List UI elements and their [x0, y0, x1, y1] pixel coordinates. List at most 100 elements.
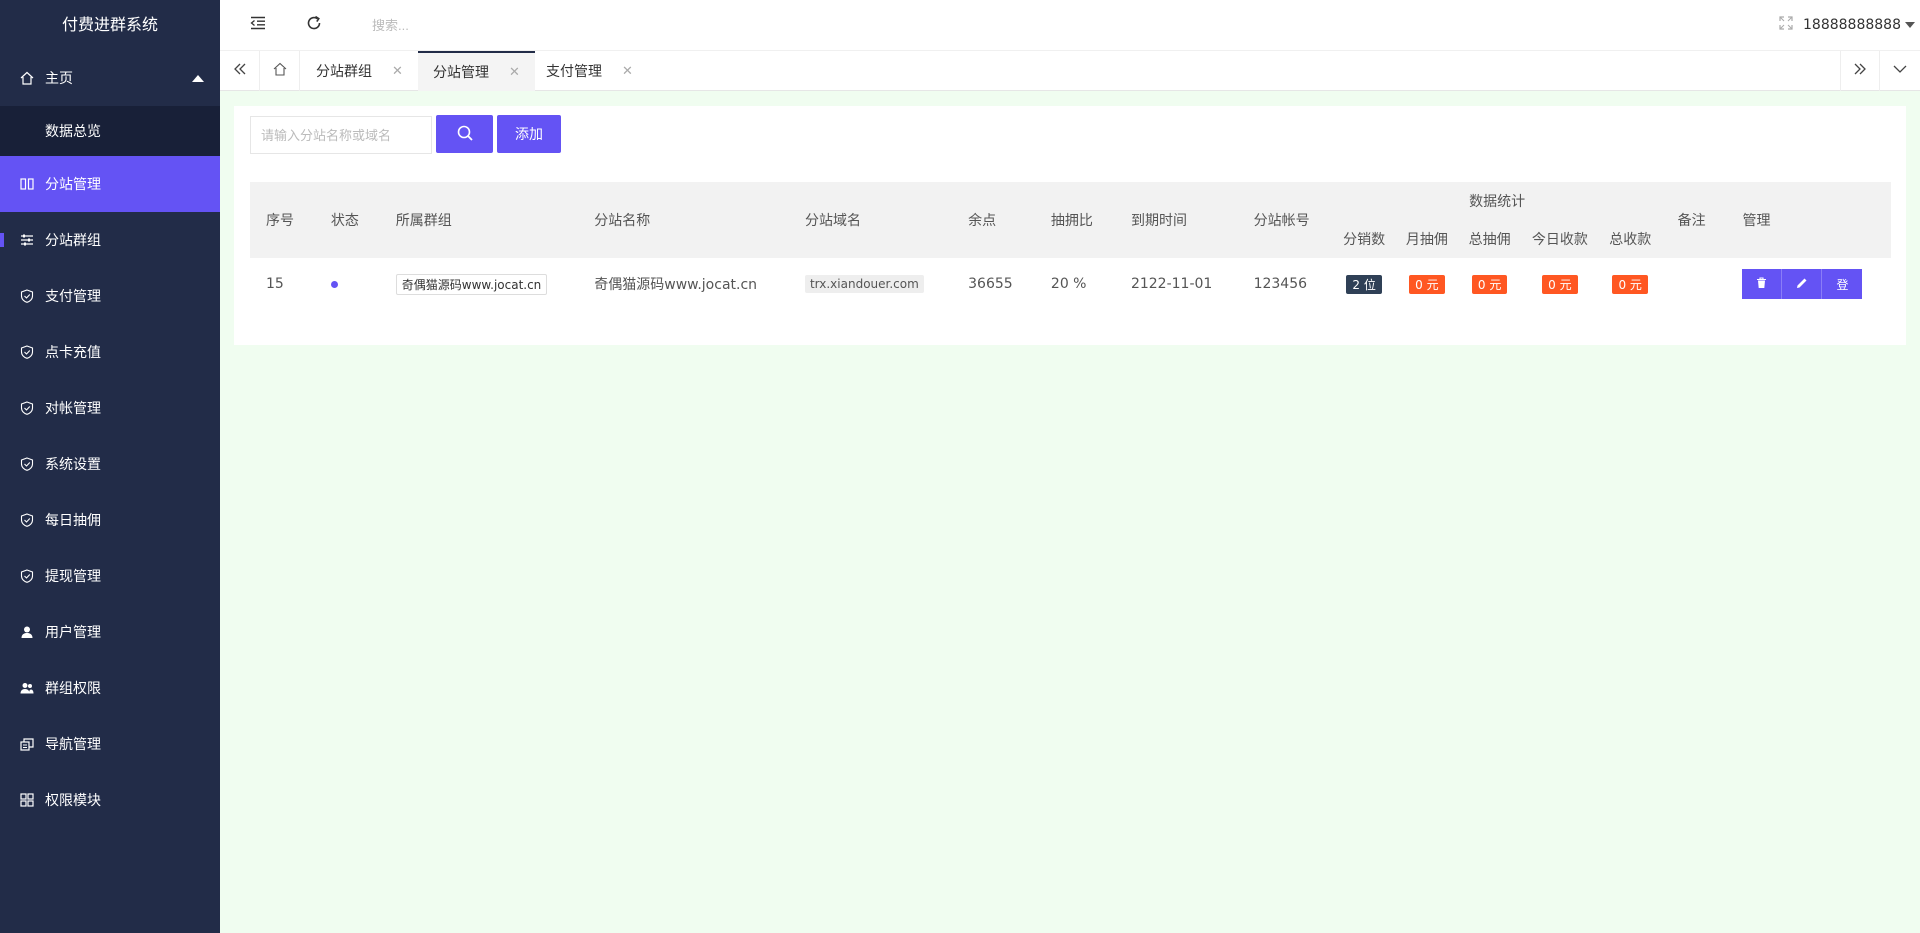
- cell-total-income: 0 元: [1599, 258, 1662, 310]
- sidebar-item-label: 分站管理: [45, 177, 101, 193]
- columns-icon: [20, 177, 34, 191]
- cell-rate: 20 %: [1050, 276, 1087, 292]
- user-menu[interactable]: 18888888888: [1803, 0, 1920, 50]
- col-remark: 备注: [1677, 213, 1706, 229]
- sidebar-item-label: 每日抽佣: [45, 513, 101, 529]
- table-row: 15 奇偶猫源码www.jocat.cn 奇偶猫源码www.jocat.cn t…: [250, 258, 1891, 310]
- tab-label: 支付管理: [546, 64, 602, 80]
- sidebar-item-label: 群组权限: [45, 681, 101, 697]
- nav-icon: [20, 737, 34, 751]
- col-account: 分站帐号: [1253, 213, 1310, 229]
- cell-index: 15: [266, 276, 284, 292]
- cell-name: 奇偶猫源码www.jocat.cn: [594, 277, 758, 293]
- tab-pay[interactable]: 支付管理 ✕: [531, 51, 648, 91]
- sidebar-item-navmgr[interactable]: 导航管理: [0, 716, 220, 772]
- login-button[interactable]: 登: [1822, 269, 1863, 299]
- sidebar-item-recon[interactable]: 对帐管理: [0, 380, 220, 436]
- search-button[interactable]: [436, 115, 493, 153]
- sidebar-item-users[interactable]: 用户管理: [0, 604, 220, 660]
- sidebar: 付费进群系统 主页 数据总览 分站管理 分站群组 支付管理 点卡充值 对帐管理 …: [0, 0, 220, 933]
- sidebar-item-pay[interactable]: 支付管理: [0, 268, 220, 324]
- sidebar-item-settings[interactable]: 系统设置: [0, 436, 220, 492]
- menu-toggle-button[interactable]: [230, 0, 286, 50]
- tab-group[interactable]: 分站群组 ✕: [301, 51, 418, 91]
- sidebar-item-label: 点卡充值: [45, 345, 101, 361]
- sidebar-item-label: 系统设置: [45, 457, 101, 473]
- cell-month-comm: 0 元: [1396, 258, 1459, 310]
- caret-up-icon: [192, 75, 204, 82]
- content-card: 添加 序号 状态 所属群组 分站名称 分站域名 余点 抽拥比 到期时间 分站帐号…: [234, 106, 1906, 345]
- tab-menu-button[interactable]: [1880, 51, 1920, 91]
- sidebar-item-modules[interactable]: 权限模块: [0, 772, 220, 828]
- trash-icon: [1756, 276, 1767, 292]
- fullscreen-icon: [1779, 16, 1793, 34]
- sidebar-item-label: 支付管理: [45, 289, 101, 305]
- edit-button[interactable]: [1782, 269, 1823, 299]
- sidebar-item-group[interactable]: 分站群组: [0, 212, 220, 268]
- header-search-input[interactable]: [372, 13, 672, 37]
- substation-search-input[interactable]: [250, 116, 432, 154]
- close-icon[interactable]: ✕: [509, 65, 520, 80]
- close-icon[interactable]: ✕: [622, 64, 633, 79]
- caret-down-icon: [1905, 22, 1915, 28]
- refresh-button[interactable]: [286, 0, 342, 50]
- sidebar-item-label: 提现管理: [45, 569, 101, 585]
- col-points: 余点: [968, 213, 997, 229]
- group-tag: 奇偶猫源码www.jocat.cn: [395, 273, 548, 295]
- sidebar-item-substation[interactable]: 分站管理: [0, 156, 220, 212]
- shield-check-icon: [20, 289, 34, 303]
- shield-check-icon: [20, 457, 34, 471]
- col-total-comm: 总抽佣: [1468, 232, 1511, 248]
- sidebar-item-label: 分站群组: [45, 233, 101, 249]
- cell-total-comm: 0 元: [1458, 258, 1521, 310]
- domain-tag: trx.xiandouer.com: [804, 275, 924, 293]
- sidebar-item-label: 导航管理: [45, 737, 101, 753]
- sidebar-item-home[interactable]: 主页: [0, 50, 220, 106]
- cell-today-income: 0 元: [1521, 258, 1599, 310]
- cell-account: 123456: [1253, 276, 1308, 292]
- substation-table: 序号 状态 所属群组 分站名称 分站域名 余点 抽拥比 到期时间 分站帐号 数据…: [250, 182, 1891, 310]
- tab-substation[interactable]: 分站管理 ✕: [418, 51, 535, 91]
- sidebar-item-perm[interactable]: 群组权限: [0, 660, 220, 716]
- sidebar-subitem-overview[interactable]: 数据总览: [0, 106, 220, 156]
- col-manage: 管理: [1742, 213, 1771, 229]
- cell-status: [315, 258, 380, 310]
- tab-home[interactable]: [260, 51, 300, 91]
- shield-check-icon: [20, 513, 34, 527]
- sidebar-item-label: 权限模块: [45, 793, 101, 809]
- col-domain: 分站域名: [804, 213, 861, 229]
- close-icon[interactable]: ✕: [392, 64, 403, 79]
- user-icon: [20, 625, 34, 639]
- sidebar-item-withdraw[interactable]: 提现管理: [0, 548, 220, 604]
- col-total-income: 总收款: [1609, 232, 1652, 248]
- delete-button[interactable]: [1742, 269, 1783, 299]
- month-comm-badge: 0 元: [1409, 274, 1445, 294]
- today-income-badge: 0 元: [1542, 274, 1578, 294]
- user-name: 18888888888: [1803, 17, 1901, 33]
- cell-remark: [1662, 258, 1727, 310]
- chevron-down-icon: [1893, 62, 1907, 80]
- tab-scroll-left-button[interactable]: [220, 51, 260, 91]
- sidebar-item-card[interactable]: 点卡充值: [0, 324, 220, 380]
- tab-scroll-right-button[interactable]: [1840, 51, 1880, 91]
- col-stats: 数据统计: [1469, 194, 1526, 210]
- sidebar-item-label: 主页: [45, 71, 73, 87]
- sidebar-item-commission[interactable]: 每日抽佣: [0, 492, 220, 548]
- pencil-icon: [1796, 277, 1808, 292]
- cell-group: 奇偶猫源码www.jocat.cn: [380, 258, 579, 310]
- tab-label: 分站群组: [316, 64, 372, 80]
- sidebar-item-label: 对帐管理: [45, 401, 101, 417]
- col-today-income: 今日收款: [1531, 232, 1588, 248]
- tab-bar: 分站群组 ✕ 分站管理 ✕ 支付管理 ✕: [220, 50, 1920, 91]
- home-icon: [273, 62, 287, 80]
- top-header: 18888888888: [220, 0, 1920, 50]
- add-button[interactable]: 添加: [497, 115, 561, 153]
- sidebar-item-label: 用户管理: [45, 625, 101, 641]
- total-income-badge: 0 元: [1612, 274, 1648, 294]
- cell-sub-count: 2 位: [1333, 258, 1396, 310]
- cell-manage: 登: [1726, 258, 1891, 310]
- shield-check-icon: [20, 401, 34, 415]
- col-index: 序号: [266, 213, 294, 229]
- grid-icon: [20, 793, 34, 807]
- cell-domain: trx.xiandouer.com: [789, 258, 952, 310]
